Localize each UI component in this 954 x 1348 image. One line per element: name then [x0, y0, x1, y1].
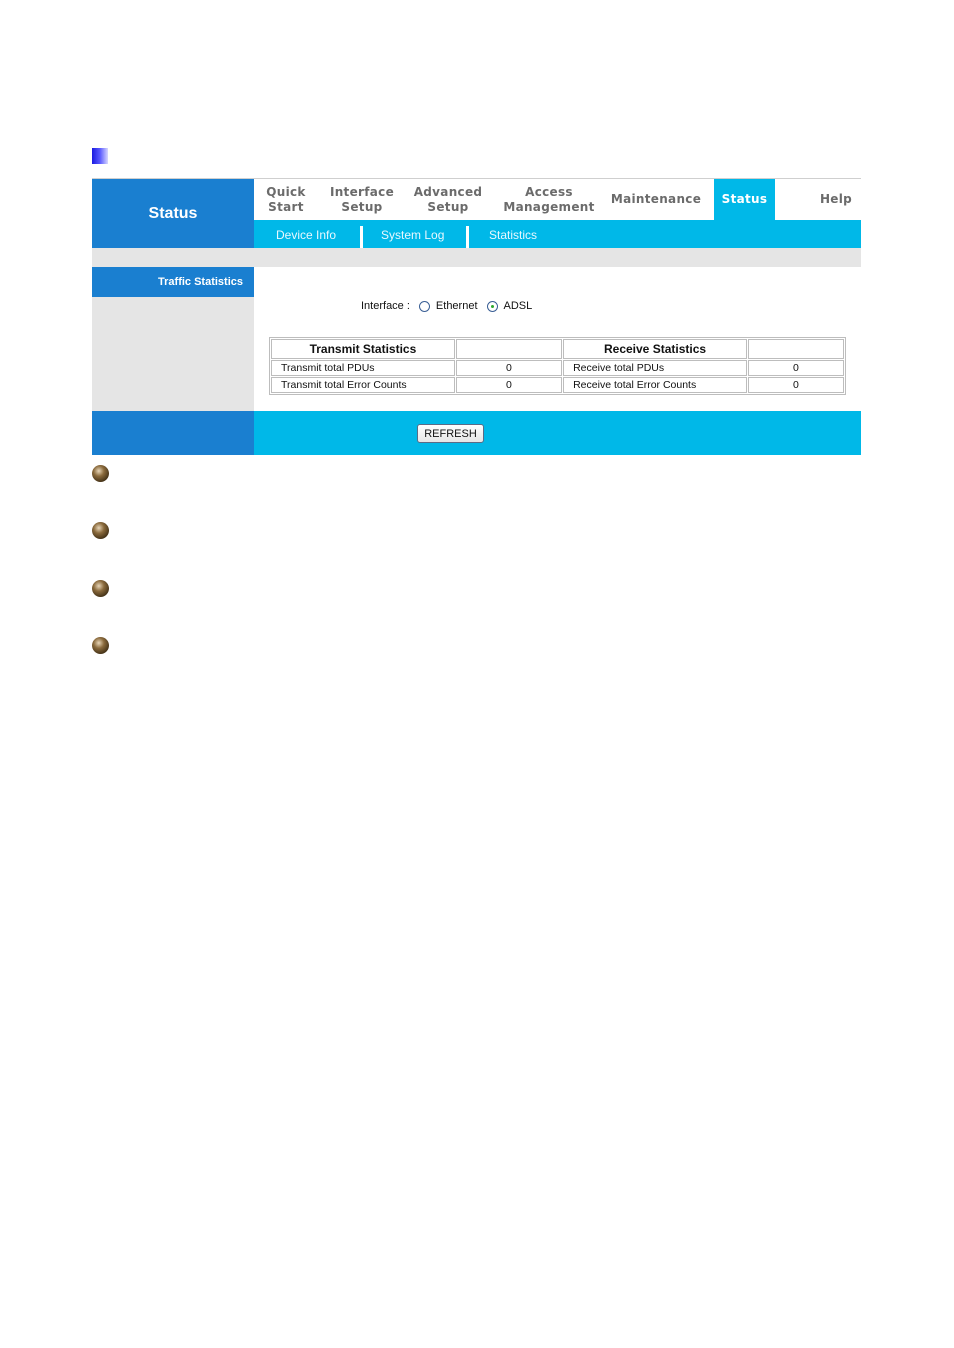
tx-value: 0 [455, 360, 563, 376]
subnav-separator [466, 226, 469, 248]
footer-bar: REFRESH [254, 411, 861, 455]
table-header-row: Transmit Statistics Receive Statistics [271, 339, 844, 359]
receive-header: Receive Statistics [563, 339, 747, 359]
sidebar: Traffic Statistics [92, 267, 254, 411]
adsl-radio[interactable] [486, 300, 498, 312]
tx-label: Transmit total PDUs [271, 360, 455, 376]
ethernet-radio[interactable] [418, 300, 430, 312]
nav-interface-setup[interactable]: Interface Setup [322, 179, 402, 220]
nav-maintenance[interactable]: Maintenance [606, 179, 706, 220]
section-square-icon [92, 148, 108, 164]
content-area: Interface : Ethernet ADSL Transmit Stati… [254, 267, 861, 411]
rx-value: 0 [747, 377, 844, 393]
rx-label: Receive total Error Counts [563, 377, 747, 393]
refresh-button[interactable]: REFRESH [417, 424, 484, 443]
router-status-panel: Status Quick Start Interface Setup Advance… [92, 179, 861, 455]
main-nav: Quick Start Interface Setup Advanced Setup … [254, 179, 861, 220]
subnav-statistics[interactable]: Statistics [489, 220, 537, 248]
nav-status[interactable]: Status [714, 179, 775, 220]
subnav-separator [360, 226, 363, 248]
sphere-bullet-icon [92, 637, 109, 654]
tx-value: 0 [455, 377, 563, 393]
traffic-stats-table: Transmit Statistics Receive Statistics T… [269, 337, 846, 395]
interface-selector: Interface : Ethernet ADSL [361, 300, 532, 312]
footer-left-bar [92, 411, 254, 455]
table-row: Transmit total Error Counts 0 Receive to… [271, 377, 844, 393]
page-title: Status [92, 179, 254, 248]
subnav-device-info[interactable]: Device Info [276, 220, 336, 248]
nav-quick-start[interactable]: Quick Start [254, 179, 318, 220]
interface-label: Interface : [361, 300, 410, 312]
rx-value: 0 [747, 360, 844, 376]
sub-nav: Device Info System Log Statistics [254, 220, 861, 248]
header-blank [747, 339, 844, 359]
tx-label: Transmit total Error Counts [271, 377, 455, 393]
sphere-bullet-icon [92, 465, 109, 482]
nav-access-management[interactable]: Access Management [494, 179, 604, 220]
sidebar-section-label: Traffic Statistics [92, 267, 254, 297]
header-blank [455, 339, 563, 359]
nav-advanced-setup[interactable]: Advanced Setup [406, 179, 490, 220]
nav-help[interactable]: Help [806, 179, 866, 220]
sphere-bullet-icon [92, 522, 109, 539]
adsl-radio-label: ADSL [503, 300, 533, 312]
ethernet-radio-label: Ethernet [435, 300, 478, 312]
rx-label: Receive total PDUs [563, 360, 747, 376]
sphere-bullet-icon [92, 580, 109, 597]
spacer-strip [92, 248, 861, 267]
transmit-header: Transmit Statistics [271, 339, 455, 359]
subnav-system-log[interactable]: System Log [381, 220, 444, 248]
table-row: Transmit total PDUs 0 Receive total PDUs… [271, 360, 844, 376]
